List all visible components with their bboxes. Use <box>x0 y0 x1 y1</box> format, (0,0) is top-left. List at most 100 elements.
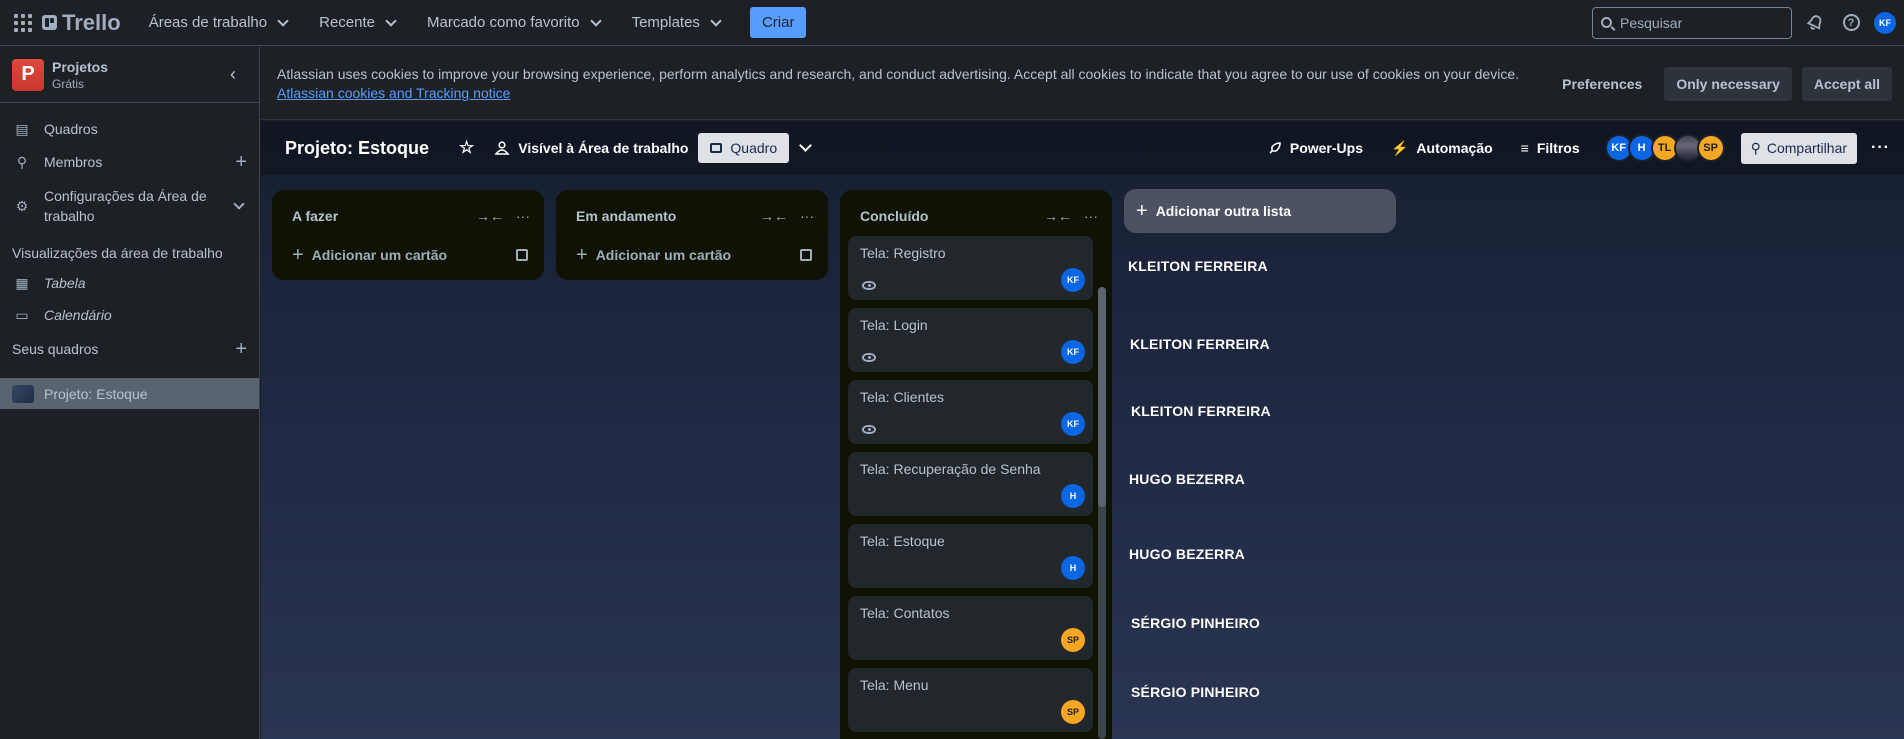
board-title[interactable]: Projeto: Estoque <box>285 138 429 159</box>
sidebar-item-settings[interactable]: ⚙ Configurações da Área de trabalho <box>0 183 259 229</box>
member-note: KLEITON FERREIRA <box>1130 336 1270 352</box>
card[interactable]: Tela: Menu SP <box>848 668 1093 732</box>
table-icon: ▦ <box>15 274 29 291</box>
user-avatar[interactable]: KF <box>1874 11 1896 34</box>
card[interactable]: Tela: Contatos SP <box>848 596 1093 660</box>
list-title[interactable]: Em andamento <box>576 208 676 224</box>
workspace-name[interactable]: Projetos <box>52 59 108 75</box>
add-list-button[interactable]: + Adicionar outra lista <box>1124 189 1396 233</box>
nav-label: Recente <box>319 14 375 31</box>
card-member-avatar[interactable]: KF <box>1061 340 1085 364</box>
card-member-avatar[interactable]: SP <box>1061 628 1085 652</box>
card-member-avatar[interactable]: SP <box>1061 700 1085 724</box>
card-member-avatar[interactable]: KF <box>1061 412 1085 436</box>
member-note: SÉRGIO PINHEIRO <box>1131 615 1261 631</box>
trello-logo[interactable]: Trello <box>42 10 121 36</box>
create-button[interactable]: Criar <box>749 7 807 38</box>
notifications-button[interactable] <box>1802 10 1828 36</box>
card[interactable]: Tela: Estoque H <box>848 524 1093 588</box>
collapse-list-icon[interactable]: →← <box>476 208 504 224</box>
list-title[interactable]: Concluído <box>860 208 928 224</box>
person-add-icon: ⚲ <box>1750 139 1761 156</box>
list-menu-icon[interactable]: ··· <box>1084 208 1098 224</box>
card-member-avatar[interactable]: H <box>1061 484 1085 508</box>
nav-workspaces[interactable]: Áreas de trabalho <box>137 8 303 37</box>
cookie-accept-all-button[interactable]: Accept all <box>1801 67 1892 101</box>
sidebar-item-table[interactable]: ▦ Tabela <box>0 268 259 298</box>
card-title: Tela: Registro <box>860 245 946 261</box>
filter-icon: ≡ <box>1520 140 1529 156</box>
member-note: SÉRGIO PINHEIRO <box>1131 684 1261 700</box>
card[interactable]: Tela: Login KF <box>848 308 1093 372</box>
card-member-avatar[interactable]: KF <box>1061 268 1085 292</box>
more-menu-icon[interactable]: ··· <box>1865 139 1896 157</box>
sidebar-item-boards[interactable]: ▤ Quadros <box>0 114 259 144</box>
card-template-icon[interactable] <box>800 249 812 261</box>
member-avatar[interactable]: SP <box>1696 134 1725 162</box>
app-switcher-icon[interactable] <box>12 12 34 34</box>
collapse-list-icon[interactable]: →← <box>760 208 788 224</box>
share-label: Compartilhar <box>1766 140 1848 156</box>
cookie-notice-link[interactable]: Atlassian cookies and Tracking notice <box>277 84 510 103</box>
list-menu-icon[interactable]: ··· <box>516 208 530 224</box>
list-a-fazer: A fazer →← ··· + Adicionar um cartão <box>272 190 544 280</box>
share-button[interactable]: ⚲ Compartilhar <box>1740 132 1858 164</box>
list-scrollbar[interactable] <box>1098 287 1106 739</box>
board-view-icon <box>710 143 723 153</box>
add-card-label: Adicionar um cartão <box>311 247 448 263</box>
card-title: Tela: Menu <box>860 677 929 693</box>
star-board-button[interactable]: ☆ <box>449 132 484 164</box>
card-template-icon[interactable] <box>516 249 528 261</box>
chevron-down-icon <box>385 14 397 27</box>
add-card-button[interactable]: + Adicionar um cartão <box>280 238 536 272</box>
nav-recent[interactable]: Recente <box>307 8 411 37</box>
scrollbar-thumb[interactable] <box>1098 287 1106 507</box>
list-menu-icon[interactable]: ··· <box>800 208 814 224</box>
cookie-message: Atlassian uses cookies to improve your b… <box>277 66 1520 82</box>
member-note: KLEITON FERREIRA <box>1128 258 1268 274</box>
collapse-sidebar-button[interactable]: ‹ <box>219 61 247 89</box>
workspace-logo[interactable]: P <box>12 58 44 91</box>
visibility-label: Visível à Área de trabalho <box>518 140 689 156</box>
help-button[interactable]: ? <box>1838 10 1864 36</box>
chevron-down-icon <box>233 198 245 210</box>
add-board-icon[interactable]: + <box>235 338 247 361</box>
visibility-button[interactable]: Visível à Área de trabalho <box>484 134 698 162</box>
filters-button[interactable]: ≡ Filtros <box>1511 134 1590 162</box>
cookie-only-necessary-button[interactable]: Only necessary <box>1664 67 1792 101</box>
bell-icon <box>1806 14 1822 30</box>
card-title: Tela: Clientes <box>860 389 945 405</box>
add-card-button[interactable]: + Adicionar um cartão <box>564 238 820 272</box>
plus-icon: + <box>292 243 304 266</box>
list-title[interactable]: A fazer <box>292 208 338 224</box>
board-icon: ▤ <box>15 120 29 137</box>
chevron-down-icon <box>710 14 722 27</box>
sidebar-item-members[interactable]: ⚲ Membros + <box>0 147 259 177</box>
card[interactable]: Tela: Registro KF <box>848 236 1093 300</box>
automation-button[interactable]: ⚡ Automação <box>1381 134 1503 163</box>
cookie-banner: Atlassian uses cookies to improve your b… <box>261 47 1904 120</box>
nav-starred[interactable]: Marcado como favorito <box>415 8 616 37</box>
sidebar-board-projeto-estoque[interactable]: Projeto: Estoque <box>0 378 259 409</box>
your-boards-heading: Seus quadros + <box>0 334 259 364</box>
plus-icon: + <box>1136 199 1148 222</box>
card[interactable]: Tela: Recuperação de Senha H <box>848 452 1093 516</box>
board-header: Projeto: Estoque ☆ Visível à Área de tra… <box>261 121 1904 175</box>
card-member-avatar[interactable]: H <box>1061 556 1085 580</box>
powerups-button[interactable]: Power-Ups <box>1258 134 1373 162</box>
board-view-button[interactable]: Quadro <box>698 133 790 163</box>
collapse-list-icon[interactable]: →← <box>1044 208 1072 224</box>
nav-templates[interactable]: Templates <box>620 8 736 37</box>
cookie-preferences-button[interactable]: Preferences <box>1550 67 1654 101</box>
sidebar-item-calendar[interactable]: ▭ Calendário <box>0 300 259 330</box>
card-title: Tela: Contatos <box>860 605 950 621</box>
section-label: Seus quadros <box>12 341 99 357</box>
board-members: KF H TL SP <box>1604 134 1725 162</box>
nav-label: Marcado como favorito <box>426 14 580 31</box>
view-switcher-chevron-icon[interactable] <box>799 139 812 152</box>
watch-icon <box>862 281 876 290</box>
search-placeholder: Pesquisar <box>1620 14 1683 31</box>
card[interactable]: Tela: Clientes KF <box>848 380 1093 444</box>
search-input[interactable]: Pesquisar <box>1592 6 1792 39</box>
add-member-icon[interactable]: + <box>235 151 247 174</box>
